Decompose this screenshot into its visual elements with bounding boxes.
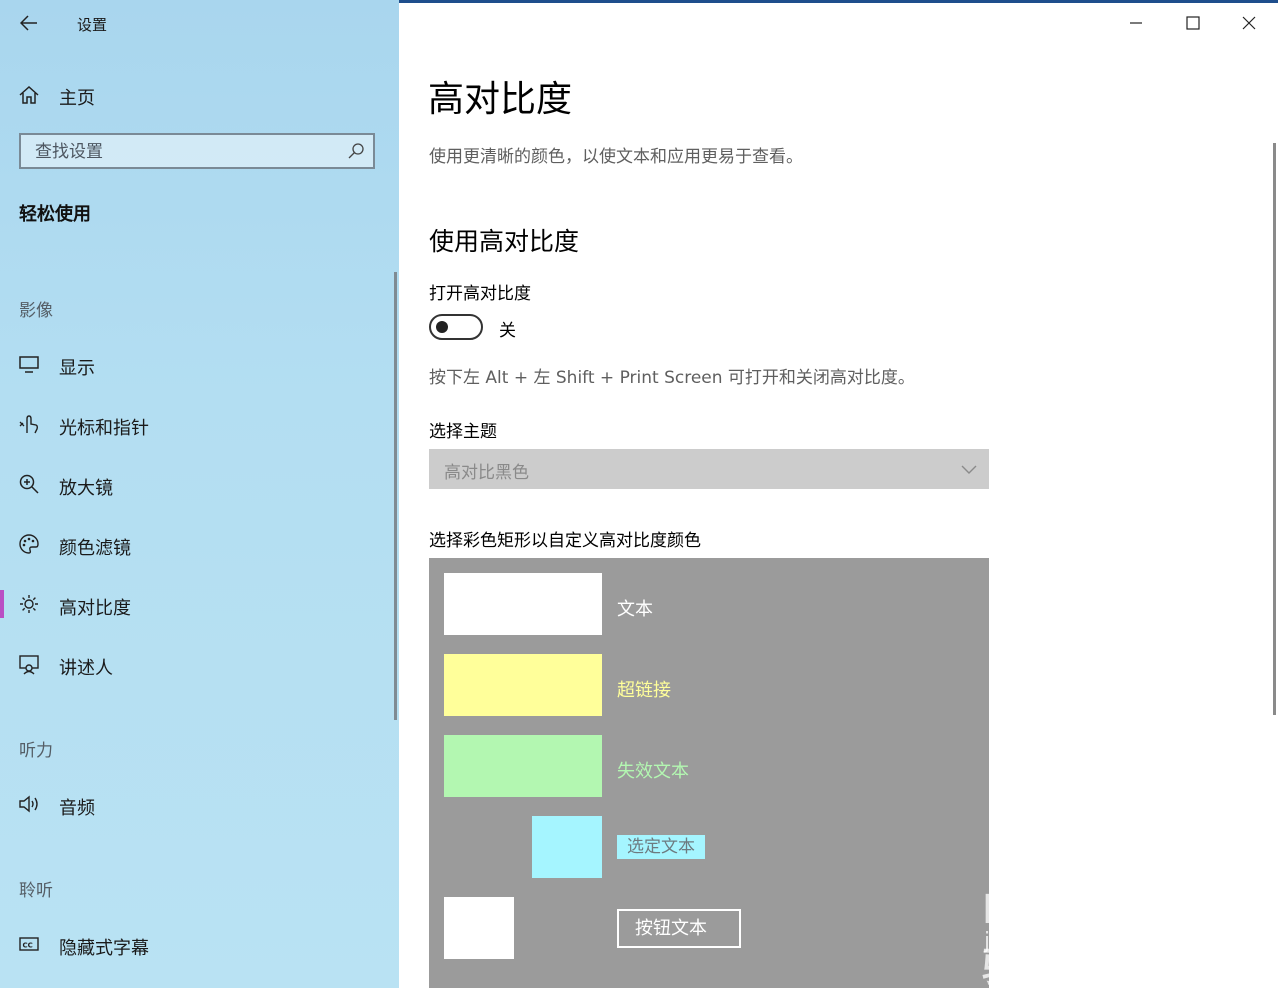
sidebar-item-label: 高对比度 <box>59 598 131 619</box>
display-icon <box>19 356 39 373</box>
sidebar-item-home[interactable]: 主页 <box>0 76 399 114</box>
back-arrow-icon <box>20 15 37 31</box>
watermark-url: jingyan.baidu.com <box>984 929 1188 954</box>
theme-dropdown[interactable]: 高对比黑色 <box>429 449 989 489</box>
back-button[interactable] <box>14 10 44 36</box>
page-description: 使用更清晰的颜色，以使文本和应用更易于查看。 <box>429 147 803 167</box>
group-label-hearing: 听力 <box>19 741 53 761</box>
color-customize-label: 选择彩色矩形以自定义高对比度颜色 <box>429 531 701 551</box>
hyperlink-color-label: 超链接 <box>617 680 671 701</box>
theme-label: 选择主题 <box>429 422 497 442</box>
svg-text:CC: CC <box>23 942 33 950</box>
search-box[interactable] <box>19 133 375 169</box>
sidebar-item-label: 光标和指针 <box>59 418 149 439</box>
sidebar-item-label: 显示 <box>59 358 95 379</box>
speaker-icon <box>19 795 38 813</box>
section-heading: 使用高对比度 <box>429 227 580 256</box>
page-title: 高对比度 <box>428 79 573 120</box>
selected-text-label: 选定文本 <box>617 835 705 859</box>
cursor-pointer-icon <box>19 415 39 434</box>
shortcut-hint: 按下左 Alt + 左 Shift + Print Screen 可打开和关闭高… <box>429 368 915 388</box>
sidebar-item-label: 音频 <box>59 798 95 819</box>
closed-caption-icon: CC <box>19 937 39 951</box>
sidebar-item-label: 放大镜 <box>59 478 113 499</box>
sidebar-item-label: 隐藏式字幕 <box>59 938 149 959</box>
sidebar-item-magnifier[interactable]: 放大镜 <box>0 464 399 504</box>
disabled-text-color-swatch[interactable] <box>444 735 602 797</box>
group-label-vision: 影像 <box>19 301 53 321</box>
sidebar-item-closed-captions[interactable]: CC 隐藏式字幕 <box>0 924 399 964</box>
sidebar-item-high-contrast[interactable]: 高对比度 <box>0 584 399 624</box>
maximize-icon <box>1186 16 1200 30</box>
sidebar-item-color-filters[interactable]: 颜色滤镜 <box>0 524 399 564</box>
theme-dropdown-value: 高对比黑色 <box>444 463 529 483</box>
maximize-button[interactable] <box>1165 6 1221 40</box>
sidebar-item-display[interactable]: 显示 <box>0 344 399 384</box>
minimize-icon <box>1130 22 1142 24</box>
button-text-label: 按钮文本 <box>617 909 741 948</box>
sidebar-item-label: 颜色滤镜 <box>59 538 131 559</box>
sidebar: 设置 主页 轻松使用 影像 显示 光标和指针 放大镜 颜色滤镜 高对比度 讲述人… <box>0 0 399 988</box>
color-preview-panel: 文本 超链接 失效文本 选定文本 按钮文本 <box>429 558 989 988</box>
sidebar-scrollbar[interactable] <box>394 272 397 720</box>
toggle-state-text: 关 <box>499 321 516 341</box>
home-icon <box>19 85 39 104</box>
search-icon[interactable] <box>347 142 365 160</box>
high-contrast-toggle[interactable] <box>429 314 483 340</box>
sidebar-item-cursor[interactable]: 光标和指针 <box>0 404 399 444</box>
sidebar-item-label: 主页 <box>59 88 95 109</box>
magnifier-icon <box>19 474 39 494</box>
button-text-color-swatch[interactable] <box>444 897 514 959</box>
group-label-interaction: 聆听 <box>19 881 53 901</box>
brightness-icon <box>20 595 38 613</box>
text-color-label: 文本 <box>617 599 653 620</box>
baidu-watermark: Bai du 经验 jingyan.baidu.com <box>980 855 1220 991</box>
palette-icon <box>19 534 39 554</box>
toggle-knob <box>436 321 448 333</box>
close-icon <box>1242 16 1256 30</box>
chevron-down-icon <box>961 465 977 474</box>
search-input[interactable] <box>21 135 357 169</box>
toggle-label: 打开高对比度 <box>429 284 531 304</box>
selected-text-color-swatch[interactable] <box>532 816 602 878</box>
sidebar-item-label: 讲述人 <box>59 658 113 679</box>
disabled-text-color-label: 失效文本 <box>617 761 689 782</box>
app-title: 设置 <box>77 16 108 34</box>
main-scrollbar[interactable] <box>1273 143 1276 715</box>
minimize-button[interactable] <box>1108 6 1164 40</box>
text-color-swatch[interactable] <box>444 573 602 635</box>
sidebar-item-narrator[interactable]: 讲述人 <box>0 644 399 684</box>
hyperlink-color-swatch[interactable] <box>444 654 602 716</box>
narrator-icon <box>19 655 39 675</box>
section-title: 轻松使用 <box>19 204 91 225</box>
close-button[interactable] <box>1221 6 1277 40</box>
sidebar-item-audio[interactable]: 音频 <box>0 784 399 824</box>
